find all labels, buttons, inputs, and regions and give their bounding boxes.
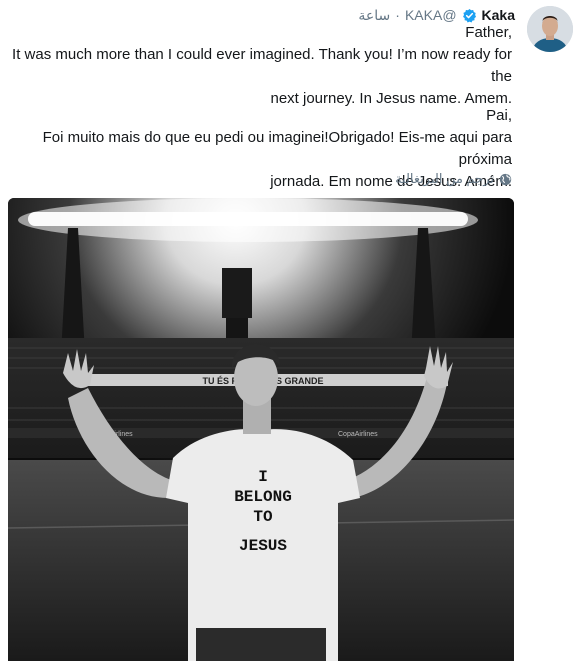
tweet-line: Pai,	[486, 107, 512, 124]
tweet-line: Father,	[465, 24, 512, 41]
tweet-text-english: Father, It was much more than I could ev…	[10, 22, 512, 110]
shirt-text-line: TO	[253, 508, 273, 526]
translate-label: ترجم من البرتغالية	[395, 171, 494, 186]
shirt-text-line: I	[258, 468, 268, 486]
author-handle[interactable]: @KAKA	[405, 7, 457, 23]
verified-badge-icon	[462, 8, 477, 23]
tweet-photo[interactable]: TU ÉS FORTE · ÉS GRANDE CopaAirlines Cop…	[8, 198, 514, 661]
tweet-line: Foi muito mais do que eu pedi ou imagine…	[42, 129, 512, 168]
translate-tweet-link[interactable]: ترجم من البرتغالية	[395, 171, 512, 187]
tweet: Kaka @KAKA · ساعة Father, It was much mo…	[0, 0, 587, 661]
header-separator: ·	[395, 7, 400, 23]
shirt-text-line: BELONG	[234, 488, 292, 506]
tweet-timestamp[interactable]: ساعة	[358, 7, 390, 24]
globe-icon	[499, 173, 512, 186]
author-name[interactable]: Kaka	[482, 7, 515, 23]
shirt-text-line: JESUS	[239, 537, 287, 555]
avatar[interactable]	[527, 6, 573, 52]
sponsor-board-right: CopaAirlines	[338, 431, 378, 438]
tweet-line: It was much more than I could ever imagi…	[12, 46, 512, 85]
